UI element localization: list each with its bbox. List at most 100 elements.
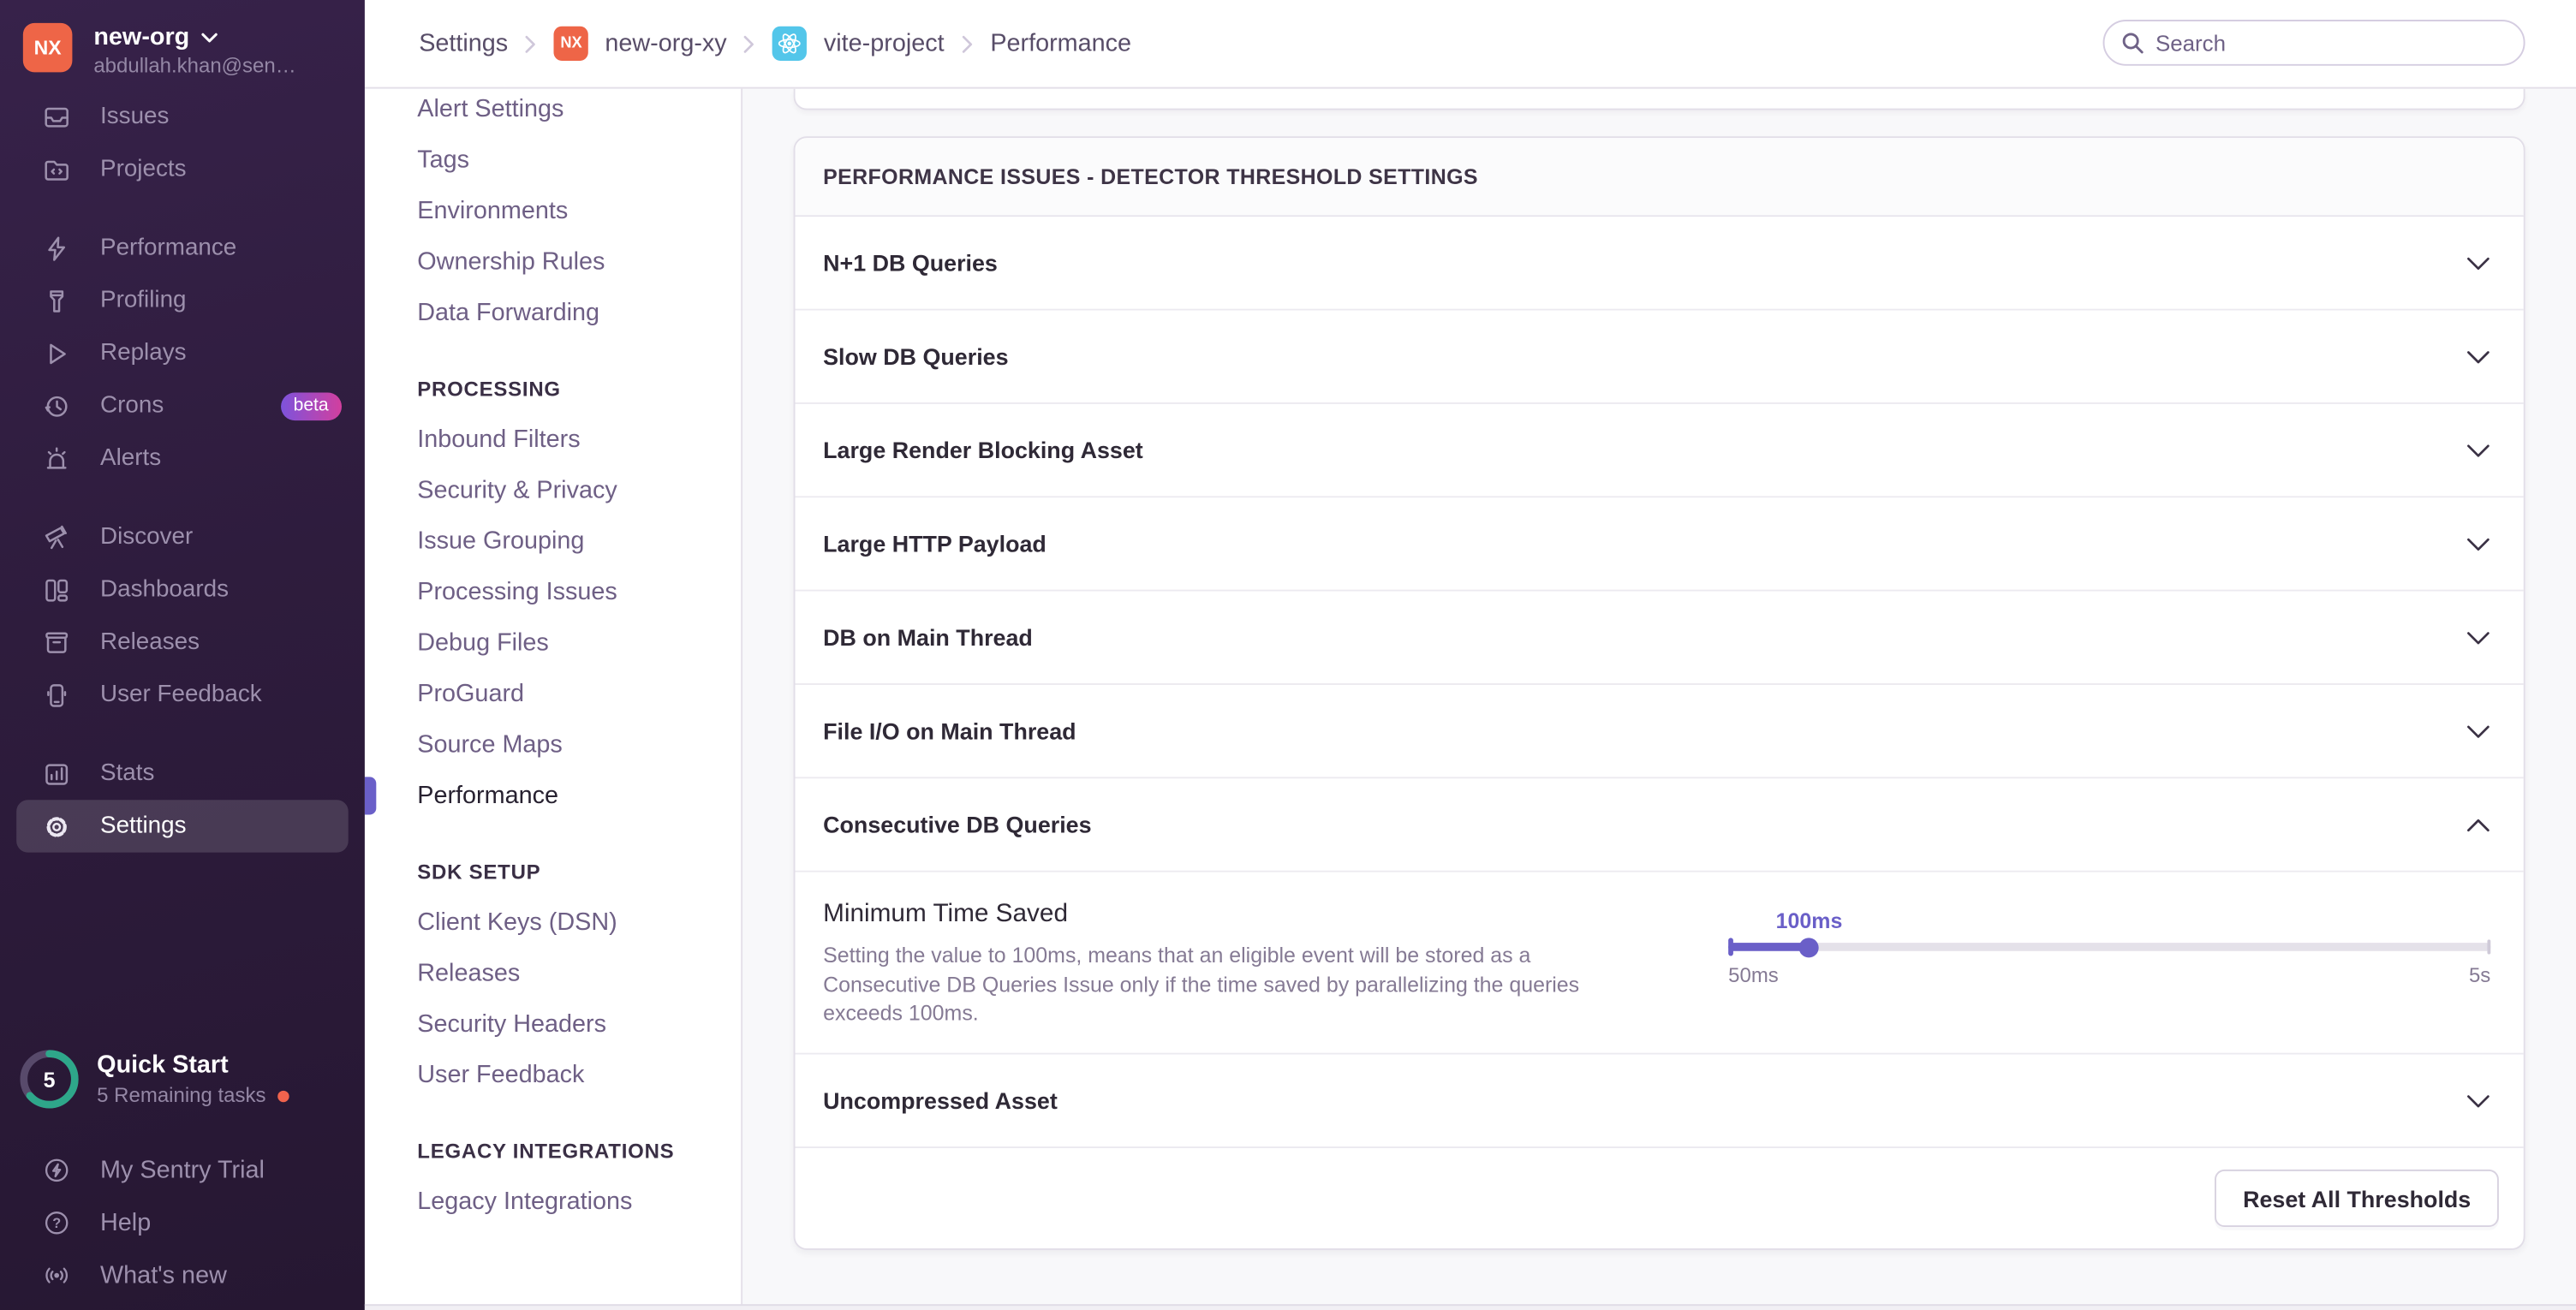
settings-nav-legacy-integrations[interactable]: Legacy Integrations — [365, 1176, 741, 1227]
row-consecutive-db-queries[interactable]: Consecutive DB Queries — [796, 778, 2524, 872]
sidebar-item-releases[interactable]: Releases — [0, 616, 365, 668]
sidebar-item-stats[interactable]: Stats — [0, 747, 365, 800]
reset-all-thresholds-button[interactable]: Reset All Thresholds — [2215, 1170, 2498, 1227]
main-content: PERFORMANCE ISSUES - DETECTOR THRESHOLD … — [742, 89, 2576, 1310]
row-large-http-payload[interactable]: Large HTTP Payload — [796, 497, 2524, 591]
settings-nav-processing-issues[interactable]: Processing Issues — [365, 567, 741, 617]
search-input[interactable] — [2156, 30, 2507, 55]
sidebar-item-label: Performance — [100, 235, 236, 261]
panel-title: PERFORMANCE ISSUES - DETECTOR THRESHOLD … — [796, 138, 2524, 217]
settings-nav-label: Client Keys (DSN) — [417, 908, 617, 937]
row-label: Large Render Blocking Asset — [823, 437, 1143, 463]
settings-nav-user-feedback[interactable]: User Feedback — [365, 1050, 741, 1100]
settings-nav-source-maps[interactable]: Source Maps — [365, 719, 741, 770]
settings-nav-security-privacy[interactable]: Security & Privacy — [365, 465, 741, 515]
svg-text:?: ? — [51, 1215, 60, 1230]
settings-nav-debug-files[interactable]: Debug Files — [365, 617, 741, 668]
settings-nav-heading-legacy-integrations: LEGACY INTEGRATIONS — [365, 1125, 741, 1176]
chevron-down-icon — [2466, 349, 2491, 364]
sidebar-footer: My Sentry Trial ? Help What's new — [0, 1127, 365, 1310]
settings-nav-tags[interactable]: Tags — [365, 134, 741, 185]
settings-nav-label: Inbound Filters — [417, 426, 580, 454]
settings-nav-label: Security & Privacy — [417, 476, 617, 504]
settings-nav-label: Alert Settings — [417, 95, 564, 123]
settings-nav-environments[interactable]: Environments — [365, 186, 741, 236]
sidebar-item-discover[interactable]: Discover — [0, 511, 365, 563]
row-label: File I/O on Main Thread — [823, 718, 1076, 744]
replays-icon — [41, 338, 71, 368]
setting-title: Minimum Time Saved — [823, 900, 1608, 930]
sidebar-item-alerts[interactable]: Alerts — [0, 432, 365, 485]
issues-icon — [41, 102, 71, 132]
sidebar-item-profiling[interactable]: Profiling — [0, 274, 365, 326]
sidebar-item-label: Profiling — [100, 288, 187, 314]
slider-fill — [1728, 943, 1809, 951]
chevron-down-icon — [2466, 536, 2491, 551]
breadcrumb-separator-icon — [961, 33, 974, 53]
settings-nav-security-headers[interactable]: Security Headers — [365, 998, 741, 1049]
settings-nav-data-forwarding[interactable]: Data Forwarding — [365, 288, 741, 338]
org-badge-icon: NX — [554, 27, 588, 61]
gear-icon — [41, 812, 71, 842]
settings-nav-client-keys[interactable]: Client Keys (DSN) — [365, 896, 741, 947]
profiling-icon — [41, 286, 71, 316]
row-uncompressed-asset[interactable]: Uncompressed Asset — [796, 1055, 2524, 1148]
sidebar-item-label: What's new — [100, 1260, 227, 1289]
row-db-on-main-thread[interactable]: DB on Main Thread — [796, 592, 2524, 685]
sidebar-item-user-feedback[interactable]: User Feedback — [0, 669, 365, 721]
breadcrumb-org[interactable]: new-org-xy — [605, 30, 726, 58]
chevron-down-icon — [2466, 255, 2491, 270]
sidebar-item-my-sentry-trial[interactable]: My Sentry Trial — [0, 1143, 365, 1195]
beta-badge: beta — [280, 392, 342, 420]
settings-nav-releases[interactable]: Releases — [365, 948, 741, 998]
org-switcher[interactable]: NX new-org abdullah.khan@sen… — [0, 0, 365, 77]
search-icon — [2121, 31, 2144, 54]
quick-start[interactable]: 5 Quick Start 5 Remaining tasks — [0, 1032, 365, 1127]
sidebar-item-label: User Feedback — [100, 682, 262, 708]
settings-nav-label: Environments — [417, 197, 568, 225]
crons-icon — [41, 391, 71, 421]
sidebar-item-label: Settings — [100, 813, 187, 840]
settings-nav-label: Performance — [417, 782, 558, 810]
sidebar-item-crons[interactable]: Crons beta — [0, 379, 365, 432]
sidebar-item-issues[interactable]: Issues — [0, 91, 365, 143]
quick-start-title: Quick Start — [97, 1051, 289, 1080]
settings-nav-inbound-filters[interactable]: Inbound Filters — [365, 414, 741, 464]
breadcrumb-project[interactable]: vite-project — [824, 30, 945, 58]
row-slow-db-queries[interactable]: Slow DB Queries — [796, 311, 2524, 404]
breadcrumb-settings[interactable]: Settings — [419, 30, 508, 58]
settings-nav-label: User Feedback — [417, 1061, 584, 1089]
sidebar-item-label: Dashboards — [100, 576, 229, 603]
settings-nav-ownership-rules[interactable]: Ownership Rules — [365, 236, 741, 287]
sidebar-item-dashboards[interactable]: Dashboards — [0, 563, 365, 616]
min-time-saved-slider: 100ms 50ms 5s — [1728, 900, 2490, 1052]
sidebar-item-performance[interactable]: Performance — [0, 222, 365, 274]
settings-nav-issue-grouping[interactable]: Issue Grouping — [365, 515, 741, 566]
sidebar-item-replays[interactable]: Replays — [0, 327, 365, 379]
row-n1-db-queries[interactable]: N+1 DB Queries — [796, 217, 2524, 310]
settings-nav-performance[interactable]: Performance — [365, 771, 741, 821]
row-file-io-on-main-thread[interactable]: File I/O on Main Thread — [796, 685, 2524, 778]
row-large-render-blocking-asset[interactable]: Large Render Blocking Asset — [796, 404, 2524, 497]
detector-threshold-panel: PERFORMANCE ISSUES - DETECTOR THRESHOLD … — [794, 136, 2525, 1250]
sidebar-item-settings[interactable]: Settings — [16, 800, 349, 852]
settings-nav-heading-processing: PROCESSING — [365, 363, 741, 414]
chevron-up-icon — [2466, 817, 2491, 831]
settings-nav-proguard[interactable]: ProGuard — [365, 669, 741, 719]
slider-track[interactable] — [1728, 943, 2490, 951]
settings-nav-alert-settings[interactable]: Alert Settings — [365, 84, 741, 134]
settings-nav-label: Issue Grouping — [417, 527, 584, 556]
slider-min-tick — [1728, 938, 1733, 956]
discover-telescope-icon — [41, 522, 71, 552]
sidebar-item-projects[interactable]: Projects — [0, 143, 365, 195]
sidebar-item-whats-new[interactable]: What's new — [0, 1248, 365, 1301]
sidebar-item-label: My Sentry Trial — [100, 1156, 265, 1184]
sidebar-item-help[interactable]: ? Help — [0, 1196, 365, 1248]
sidebar-item-label: Releases — [100, 629, 200, 656]
main-sidebar: NX new-org abdullah.khan@sen… Issues — [0, 0, 365, 1310]
settings-nav-label: Ownership Rules — [417, 248, 605, 277]
sidebar-item-label: Issues — [100, 104, 169, 130]
sidebar-item-label: Replays — [100, 340, 187, 366]
slider-handle[interactable] — [1799, 937, 1819, 956]
breadcrumb: Settings NX new-org-xy vite-project Perf… — [419, 27, 1131, 61]
